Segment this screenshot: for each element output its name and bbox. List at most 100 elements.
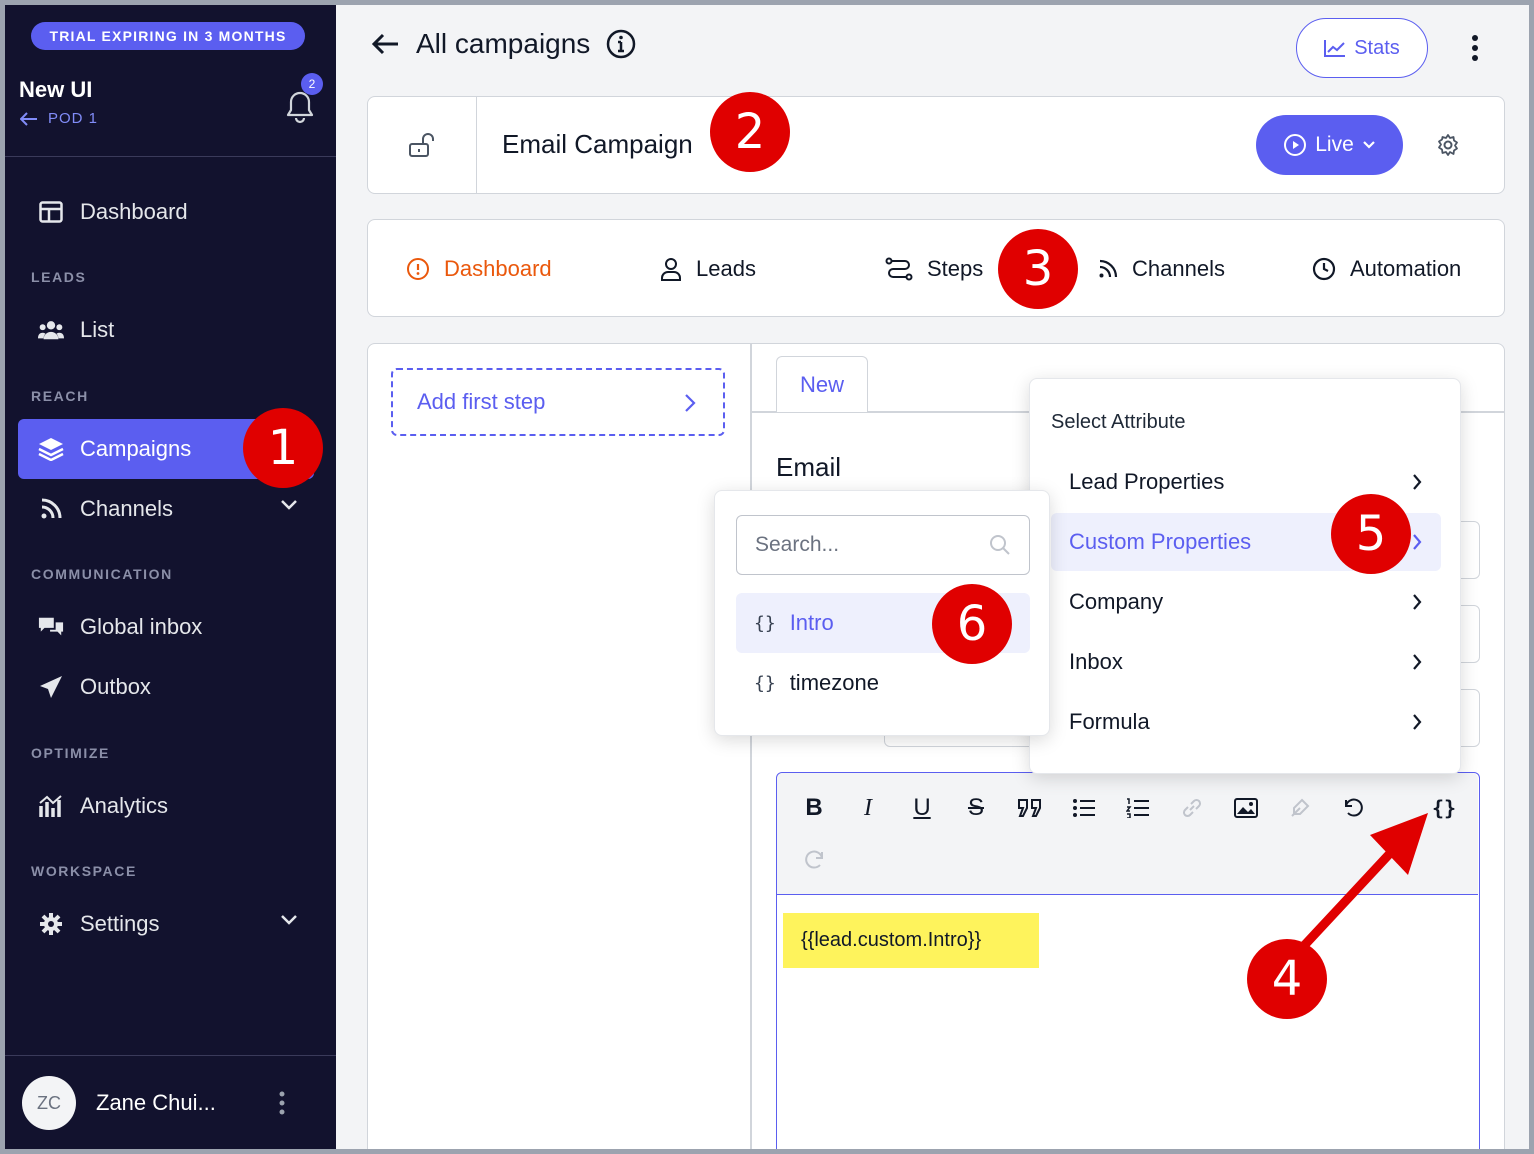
users-icon <box>38 317 64 343</box>
gear-icon <box>38 911 64 937</box>
tab-leads[interactable]: Leads <box>660 256 756 282</box>
strikethrough-icon[interactable]: S <box>959 791 993 825</box>
annotation-badge-2: 2 <box>710 92 790 172</box>
search-icon <box>990 535 1010 555</box>
sidebar-item-label: Settings <box>80 911 160 936</box>
sidebar-item-outbox[interactable]: Outbox <box>18 657 314 717</box>
menu-item-label: Company <box>1069 589 1164 614</box>
sidebar-item-label: Dashboard <box>80 199 188 224</box>
send-icon <box>38 674 64 700</box>
chevron-down-icon <box>281 500 297 510</box>
sidebar-item-label: Outbox <box>80 674 151 699</box>
email-body-editor[interactable]: B I U S {} {{lead.custom.Intro}} <box>776 772 1480 1154</box>
bell-icon[interactable] <box>284 90 316 124</box>
user-name: Zane Chui... <box>96 1090 216 1115</box>
info-icon[interactable] <box>606 29 636 59</box>
add-first-step-button[interactable]: Add first step <box>391 368 725 436</box>
campaign-tabs: Dashboard Leads Steps Channels Automatio… <box>367 219 1505 317</box>
sidebar-divider <box>5 156 336 157</box>
menu-item-formula[interactable]: Formula <box>1051 693 1441 751</box>
rss-icon <box>38 496 64 522</box>
campaign-name[interactable]: Email Campaign <box>502 129 693 160</box>
info-circle-icon <box>407 258 429 280</box>
chevron-right-icon <box>1413 714 1422 730</box>
sidebar: TRIAL EXPIRING IN 3 MONTHS New UI POD 1 … <box>0 0 336 1154</box>
bold-icon[interactable]: B <box>797 791 831 825</box>
trial-banner[interactable]: TRIAL EXPIRING IN 3 MONTHS <box>31 22 305 50</box>
link-icon[interactable] <box>1175 791 1209 825</box>
annotation-badge-6: 6 <box>932 584 1012 664</box>
search-input[interactable]: Search... <box>736 515 1030 575</box>
user-profile[interactable]: ZC Zane Chui... <box>22 1076 216 1130</box>
menu-item-label: Custom Properties <box>1069 529 1252 554</box>
chevron-right-icon <box>1413 534 1422 550</box>
numbered-list-icon[interactable] <box>1121 791 1155 825</box>
notification-badge: 2 <box>301 73 323 95</box>
undo-icon[interactable] <box>1337 791 1371 825</box>
tab-channels[interactable]: Channels <box>1098 256 1225 282</box>
lock-toggle[interactable] <box>368 97 477 193</box>
stats-label: Stats <box>1354 36 1400 59</box>
clear-format-icon[interactable] <box>1283 791 1317 825</box>
sidebar-item-global-inbox[interactable]: Global inbox <box>18 597 314 657</box>
redo-icon[interactable] <box>797 843 831 877</box>
more-vertical-icon[interactable] <box>272 1090 292 1116</box>
menu-item-label: Lead Properties <box>1069 469 1225 494</box>
section-workspace: WORKSPACE <box>31 863 137 879</box>
bullet-list-icon[interactable] <box>1067 791 1101 825</box>
image-icon[interactable] <box>1229 791 1263 825</box>
chevron-right-icon <box>685 394 696 412</box>
panel-divider <box>750 344 752 1154</box>
sidebar-item-channels[interactable]: Channels <box>18 479 314 539</box>
chevron-right-icon <box>1413 474 1422 490</box>
sidebar-item-label: Campaigns <box>80 436 192 461</box>
search-placeholder: Search... <box>755 533 840 556</box>
back-arrow-icon[interactable] <box>370 32 400 56</box>
stats-button[interactable]: Stats <box>1296 18 1428 78</box>
italic-icon[interactable]: I <box>851 791 885 825</box>
tab-label: Dashboard <box>444 256 552 281</box>
page-title: All campaigns <box>416 28 591 59</box>
page-header: All campaigns <box>370 28 636 60</box>
workspace-name[interactable]: New UI <box>19 77 92 103</box>
status-dropdown-button[interactable]: Live <box>1256 115 1403 175</box>
tab-steps[interactable]: Steps <box>885 256 983 282</box>
annotation-badge-1: 1 <box>243 408 323 488</box>
layout-icon <box>38 199 64 225</box>
unlock-icon <box>409 133 434 157</box>
sidebar-item-label: Channels <box>80 496 173 521</box>
tab-label: Leads <box>696 256 756 281</box>
sidebar-item-dashboard[interactable]: Dashboard <box>18 182 314 242</box>
quote-icon[interactable] <box>1013 791 1047 825</box>
chevron-down-icon <box>281 915 297 925</box>
campaign-header-card: Email Campaign Live <box>367 96 1505 194</box>
more-vertical-icon[interactable] <box>1464 34 1486 62</box>
chevron-right-icon <box>1413 654 1422 670</box>
sidebar-divider <box>5 1055 336 1056</box>
menu-item-company[interactable]: Company <box>1051 573 1441 631</box>
section-leads: LEADS <box>31 269 87 285</box>
editor-content-highlight: {{lead.custom.Intro}} <box>783 913 1039 968</box>
menu-item-label: Inbox <box>1069 649 1123 674</box>
trend-chart-icon <box>1324 40 1346 57</box>
tab-dashboard[interactable]: Dashboard <box>406 256 552 282</box>
rss-icon <box>1099 259 1118 278</box>
underline-icon[interactable]: U <box>905 791 939 825</box>
annotation-badge-5: 5 <box>1331 494 1411 574</box>
property-label: timezone <box>789 670 879 695</box>
tab-automation[interactable]: Automation <box>1312 256 1461 282</box>
tab-new-variant[interactable]: New <box>776 356 868 412</box>
property-item-timezone[interactable]: {} timezone <box>736 653 1030 713</box>
attribute-menu-title: Select Attribute <box>1051 411 1186 433</box>
settings-gear-icon[interactable] <box>1436 133 1460 157</box>
sidebar-item-settings[interactable]: Settings <box>18 894 314 954</box>
menu-item-inbox[interactable]: Inbox <box>1051 633 1441 691</box>
braces-icon: {} <box>754 672 776 694</box>
sidebar-item-analytics[interactable]: Analytics <box>18 776 314 836</box>
sidebar-item-list[interactable]: List <box>18 300 314 360</box>
variable-braces-icon[interactable]: {} <box>1427 791 1461 825</box>
sidebar-item-label: Global inbox <box>80 614 203 639</box>
workspace-pod-link[interactable]: POD 1 <box>20 110 98 127</box>
sidebar-item-label: List <box>80 317 115 342</box>
property-label: Intro <box>789 610 834 635</box>
